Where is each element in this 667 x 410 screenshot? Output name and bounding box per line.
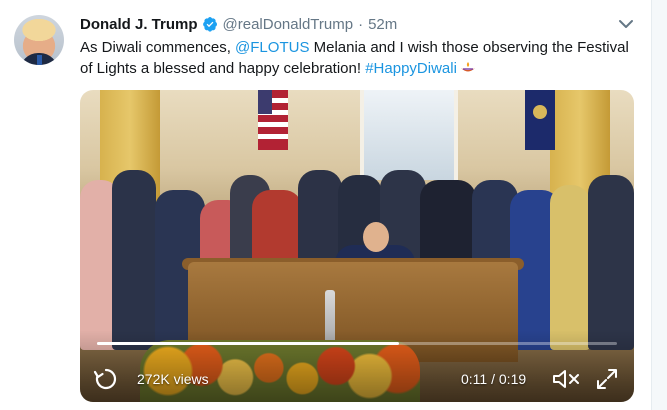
hashtag-link[interactable]: #HappyDiwali	[365, 60, 457, 77]
header-separator: ·	[358, 15, 364, 33]
video-current-time: 0:11	[461, 371, 488, 387]
tweet-timestamp[interactable]: 52m	[368, 16, 397, 33]
view-count: 272K views	[137, 371, 209, 387]
avatar-tie	[37, 55, 42, 65]
fullscreen-icon[interactable]	[594, 366, 620, 392]
video-duration: 0:19	[498, 371, 527, 387]
video-person	[588, 175, 634, 350]
video-time-separator: /	[487, 371, 499, 387]
author-handle[interactable]: @realDonaldTrump	[223, 16, 354, 33]
tweet-header: Donald J. Trump @realDonaldTrump · 52m	[80, 14, 397, 34]
chevron-down-icon[interactable]	[616, 16, 636, 32]
right-gutter	[652, 0, 667, 410]
tweet-text: As Diwali commences, @FLOTUS Melania and…	[80, 37, 645, 79]
video-progress-fill	[97, 342, 399, 345]
video-person	[112, 170, 156, 350]
video-person-head	[363, 222, 389, 252]
author-avatar[interactable]	[14, 15, 64, 65]
muted-speaker-icon[interactable]	[551, 366, 581, 392]
tweet-text-intro: As Diwali commences,	[80, 39, 236, 56]
video-flag-presidential	[525, 90, 555, 150]
mention-link[interactable]: @FLOTUS	[235, 39, 309, 56]
replay-icon[interactable]	[93, 366, 119, 392]
diya-lamp-emoji-icon	[460, 62, 475, 72]
video-progress-bar[interactable]	[97, 342, 617, 345]
verified-badge-icon	[202, 17, 217, 32]
author-name[interactable]: Donald J. Trump	[80, 16, 198, 33]
video-person	[550, 185, 590, 350]
video-time-readout: 0:11 / 0:19	[461, 371, 526, 387]
video-flag-us	[258, 90, 288, 150]
video-player[interactable]: 272K views 0:11 / 0:19	[80, 90, 634, 402]
